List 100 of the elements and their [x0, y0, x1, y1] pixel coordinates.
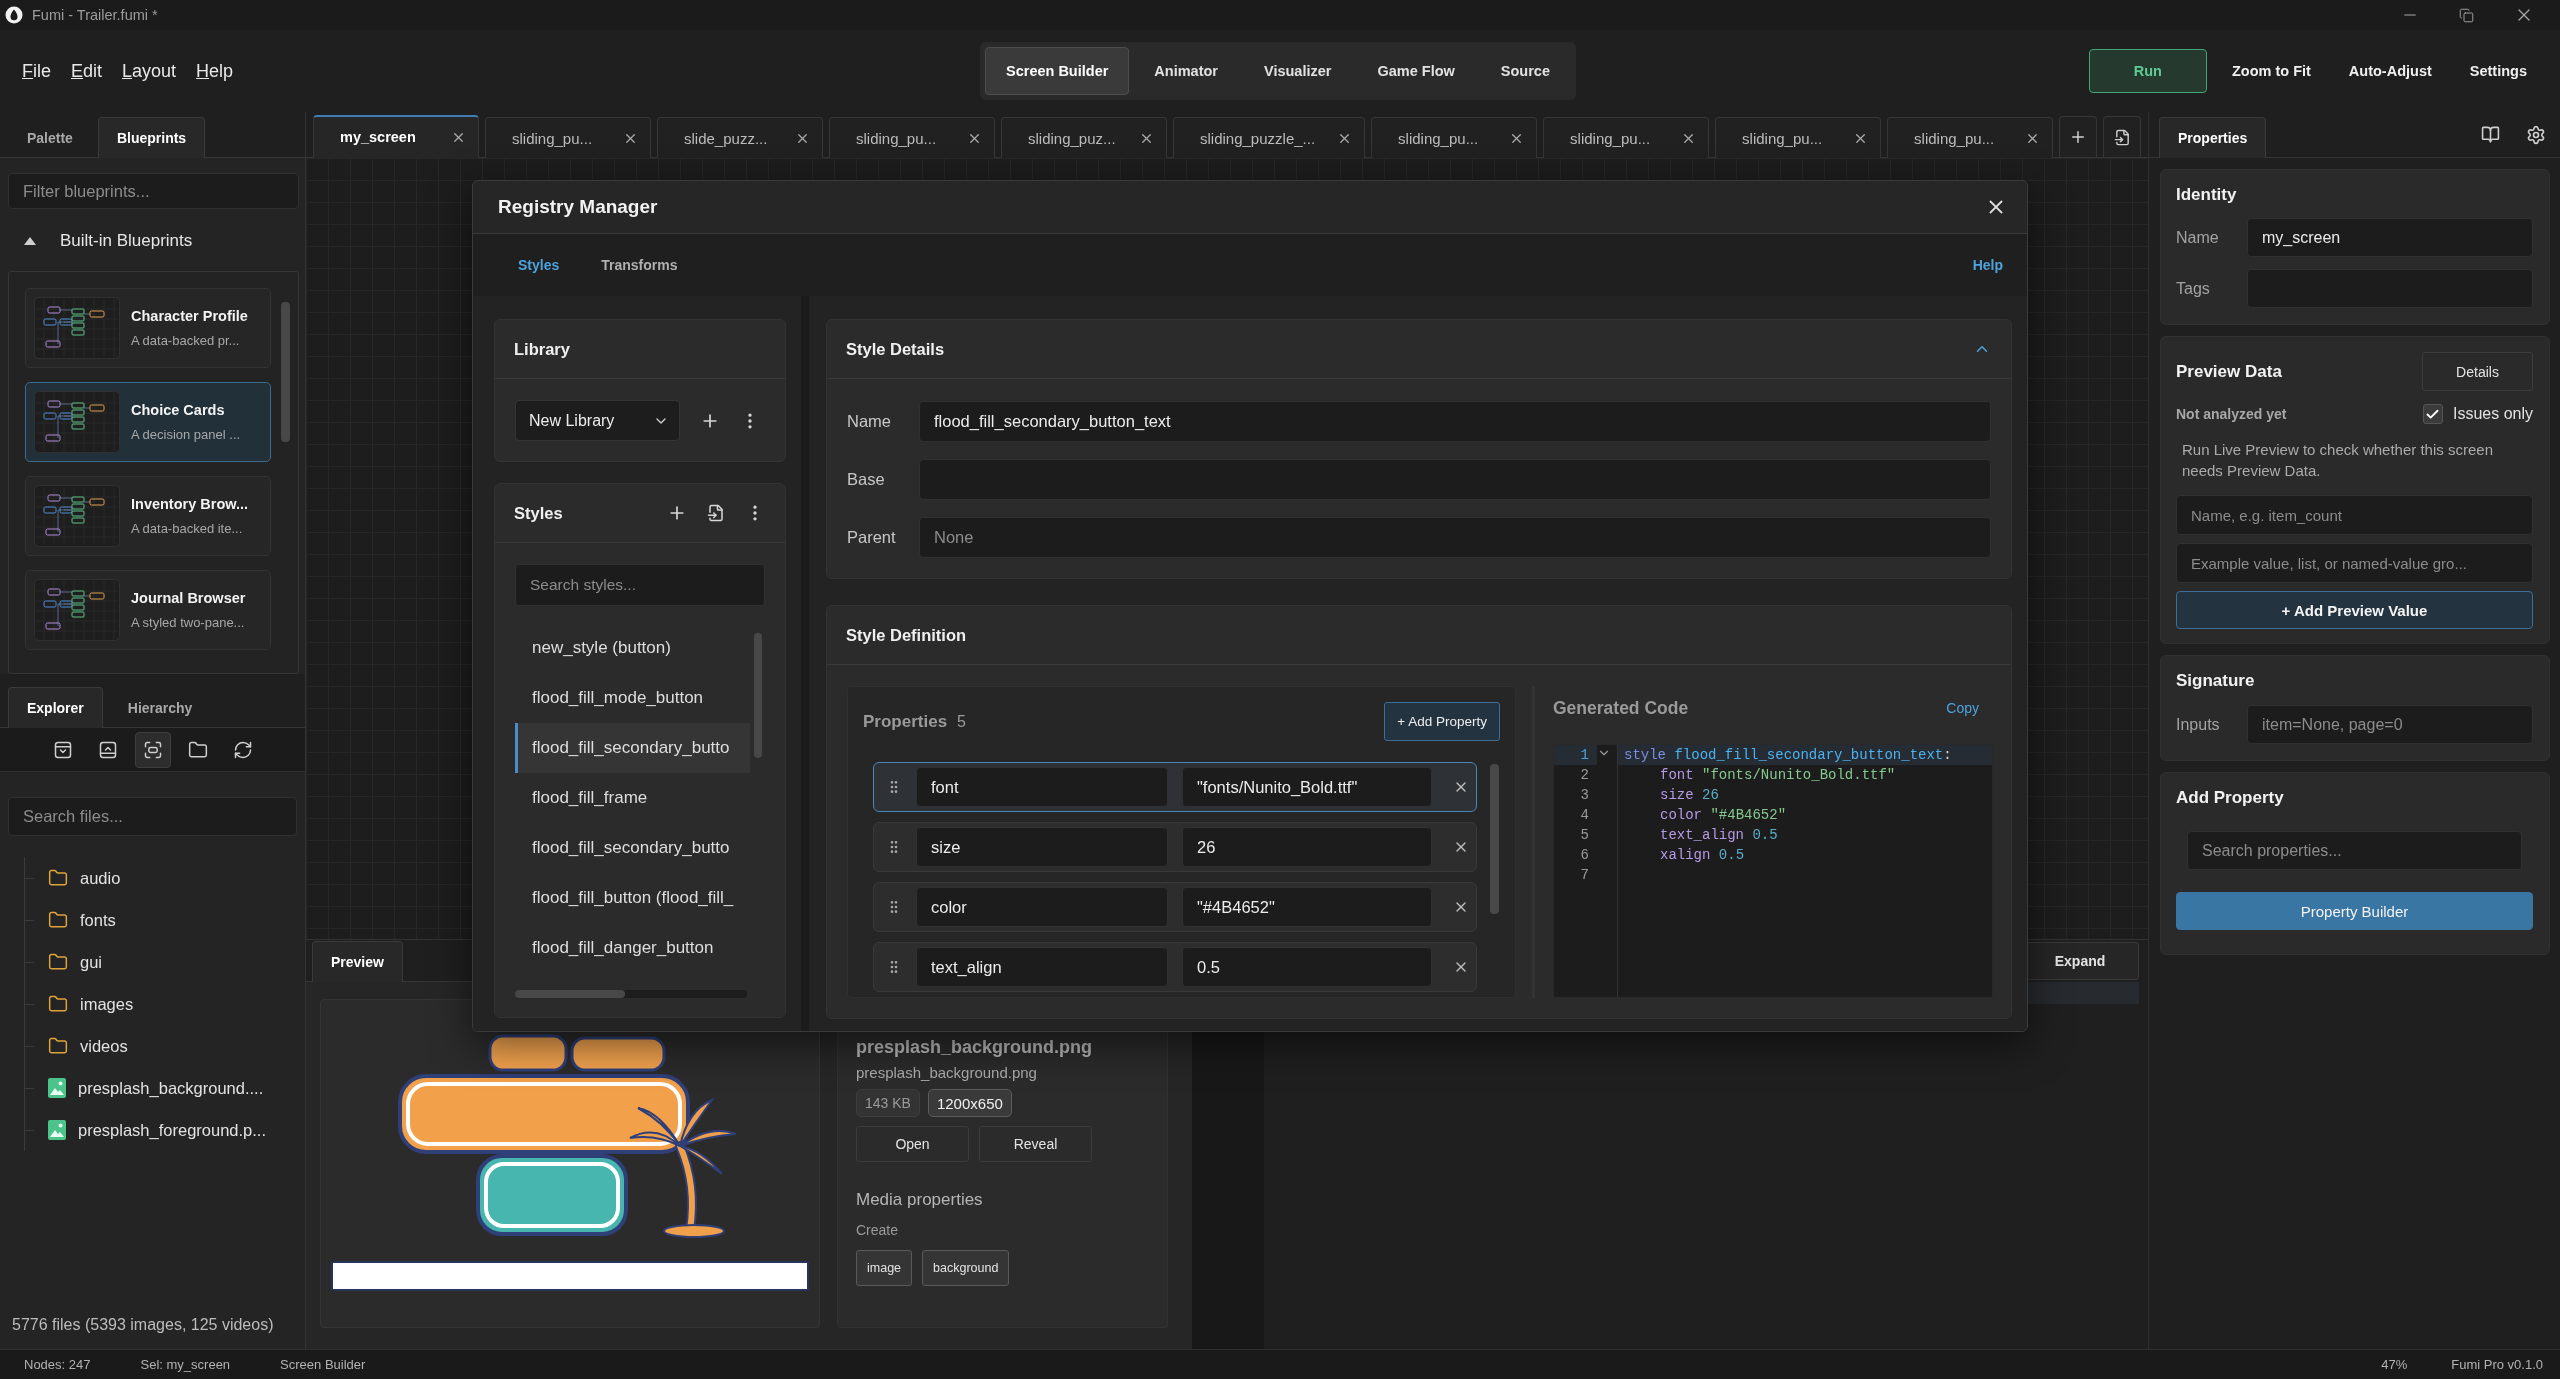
copy-link[interactable]: Copy — [1946, 700, 1979, 716]
file-action-button[interactable]: Open — [856, 1126, 969, 1162]
toolbar-button[interactable]: Settings — [2456, 49, 2540, 93]
input-field[interactable]: Name, e.g. item_count — [2176, 495, 2533, 535]
import-button[interactable] — [2103, 116, 2142, 157]
folder-item[interactable]: fonts — [25, 899, 305, 941]
text-field[interactable]: my_screen — [2247, 218, 2533, 257]
text-field[interactable]: None — [919, 517, 1991, 558]
property-key-field[interactable]: size — [916, 827, 1168, 867]
menu-item[interactable]: Layout — [116, 54, 183, 88]
document-tab[interactable]: sliding_pu... — [485, 117, 651, 158]
file-action-button[interactable]: Reveal — [979, 1126, 1092, 1162]
property-row[interactable]: font "fonts/Nunito_Bold.ttf" — [873, 762, 1477, 812]
folder-item[interactable]: audio — [25, 857, 305, 899]
document-tab[interactable]: my_screen — [313, 115, 479, 158]
toolbar-button[interactable]: Auto-Adjust — [2335, 49, 2445, 93]
property-key-field[interactable]: font — [916, 767, 1168, 807]
text-field[interactable]: flood_fill_secondary_button_text — [919, 401, 1991, 442]
folder-item[interactable]: gui — [25, 941, 305, 983]
search-field[interactable]: Search files... — [8, 797, 297, 836]
text-field[interactable]: item=None, page=0 — [2247, 705, 2533, 744]
menu-item[interactable]: File — [16, 54, 57, 88]
property-value-field[interactable]: "#4B4652" — [1182, 887, 1432, 927]
folder-item[interactable]: videos — [25, 1025, 305, 1067]
image-file-item[interactable]: presplash_foreground.p... — [25, 1109, 305, 1151]
add-preview-value-button[interactable]: + Add Preview Value — [2176, 591, 2533, 629]
create-option-button[interactable]: image — [856, 1250, 913, 1286]
dialog-tab[interactable]: Styles — [503, 245, 575, 285]
document-tab[interactable]: sliding_pu... — [1543, 117, 1710, 158]
panel-tab[interactable]: Palette — [8, 117, 92, 158]
book-icon[interactable] — [2481, 124, 2500, 144]
blueprint-card[interactable]: Choice Cards A decision panel ... — [25, 382, 271, 462]
new-tab-button[interactable] — [2059, 116, 2098, 157]
panel-tab[interactable]: Blueprints — [97, 117, 206, 158]
style-list-item[interactable]: flood_fill_button (flood_fill_ — [515, 873, 750, 923]
document-tab[interactable]: slide_puzz... — [657, 117, 823, 158]
panel-tab[interactable]: Properties — [2159, 117, 2267, 158]
horizontal-scrollbar[interactable] — [515, 990, 747, 998]
search-field[interactable]: Search properties... — [2187, 831, 2522, 870]
line-number: 6 — [1579, 846, 1590, 865]
scrollbar[interactable] — [281, 302, 290, 442]
style-list-item[interactable]: flood_fill_secondary_butto — [515, 723, 750, 773]
mode-tab[interactable]: Screen Builder — [985, 47, 1130, 95]
folder-item[interactable]: images — [25, 983, 305, 1025]
panel-chevron-up-icon — [97, 739, 118, 760]
window-title: Fumi - Trailer.fumi * — [32, 7, 158, 23]
style-list-item[interactable]: flood_fill_secondary_butto — [515, 823, 750, 873]
input-field[interactable]: Example value, list, or named-value gro... — [2176, 543, 2533, 583]
style-list-item[interactable]: new_style (button) — [515, 623, 750, 673]
document-tab[interactable]: sliding_puz... — [1001, 117, 1167, 158]
menu-item[interactable]: Help — [190, 54, 240, 88]
panel-tab[interactable]: Hierarchy — [108, 687, 212, 728]
document-tab[interactable]: sliding_pu... — [1371, 117, 1538, 158]
scrollbar[interactable] — [754, 633, 762, 758]
document-tab[interactable]: sliding_pu... — [1715, 117, 1882, 158]
property-row[interactable]: size 26 — [873, 822, 1477, 872]
style-list-item[interactable]: flood_fill_danger_button — [515, 923, 750, 973]
property-key-field[interactable]: text_align — [916, 947, 1168, 987]
create-option-button[interactable]: background — [922, 1250, 1010, 1286]
blueprint-card[interactable]: Inventory Brow... A data-backed ite... — [25, 476, 271, 556]
library-dropdown[interactable]: New Library — [515, 400, 680, 441]
scrollbar[interactable] — [1490, 764, 1499, 914]
blueprint-card[interactable]: Character Profile A data-backed pr... — [25, 288, 271, 368]
property-value-field[interactable]: 0.5 — [1182, 947, 1432, 987]
mode-tab[interactable]: Animator — [1133, 47, 1239, 95]
document-tab[interactable]: sliding_pu... — [1887, 117, 2054, 158]
group-header[interactable]: Built-in Blueprints — [8, 215, 299, 267]
file-import-icon[interactable] — [707, 504, 725, 522]
toolbar-button[interactable] — [134, 731, 171, 768]
dialog-tab[interactable]: Transforms — [586, 245, 693, 285]
blueprint-description: A decision panel ... — [131, 427, 241, 442]
style-list-item[interactable]: flood_fill_mode_button — [515, 673, 750, 723]
settings-icon[interactable] — [2526, 124, 2546, 145]
property-value-field[interactable]: 26 — [1182, 827, 1432, 867]
mode-tab[interactable]: Game Flow — [1356, 47, 1476, 95]
run-button[interactable]: Run — [2088, 49, 2207, 93]
toolbar-button[interactable]: Zoom to Fit — [2218, 49, 2324, 93]
property-builder-button[interactable]: Property Builder — [2176, 892, 2533, 930]
details-button[interactable]: Details — [2422, 352, 2533, 391]
menu-item[interactable]: Edit — [65, 54, 109, 88]
add-property-button[interactable]: + Add Property — [1384, 702, 1500, 741]
document-tab[interactable]: sliding_puzzle_... — [1173, 117, 1366, 158]
restore-icon[interactable] — [2459, 7, 2474, 23]
checkbox[interactable] — [2422, 404, 2443, 424]
property-row[interactable]: color "#4B4652" — [873, 882, 1477, 932]
blueprint-card[interactable]: Journal Browser A styled two-pane... — [25, 570, 271, 650]
property-key-field[interactable]: color — [916, 887, 1168, 927]
mode-tab[interactable]: Visualizer — [1243, 47, 1353, 95]
panel-tab[interactable]: Preview — [312, 941, 403, 982]
image-file-item[interactable]: presplash_background.... — [25, 1067, 305, 1109]
property-value-field[interactable]: "fonts/Nunito_Bold.ttf" — [1182, 767, 1432, 807]
filter-field[interactable]: Filter blueprints... — [8, 173, 299, 209]
panel-tab[interactable]: Explorer — [8, 687, 103, 728]
document-tab[interactable]: sliding_pu... — [829, 117, 995, 158]
help-link[interactable]: Help — [1972, 257, 2003, 273]
file-name: presplash_background.png — [856, 1064, 1037, 1081]
style-list-item[interactable]: flood_fill_frame — [515, 773, 750, 823]
mode-tab[interactable]: Source — [1479, 47, 1571, 95]
property-row[interactable]: text_align 0.5 — [873, 942, 1477, 992]
search-field[interactable]: Search styles... — [515, 564, 765, 606]
